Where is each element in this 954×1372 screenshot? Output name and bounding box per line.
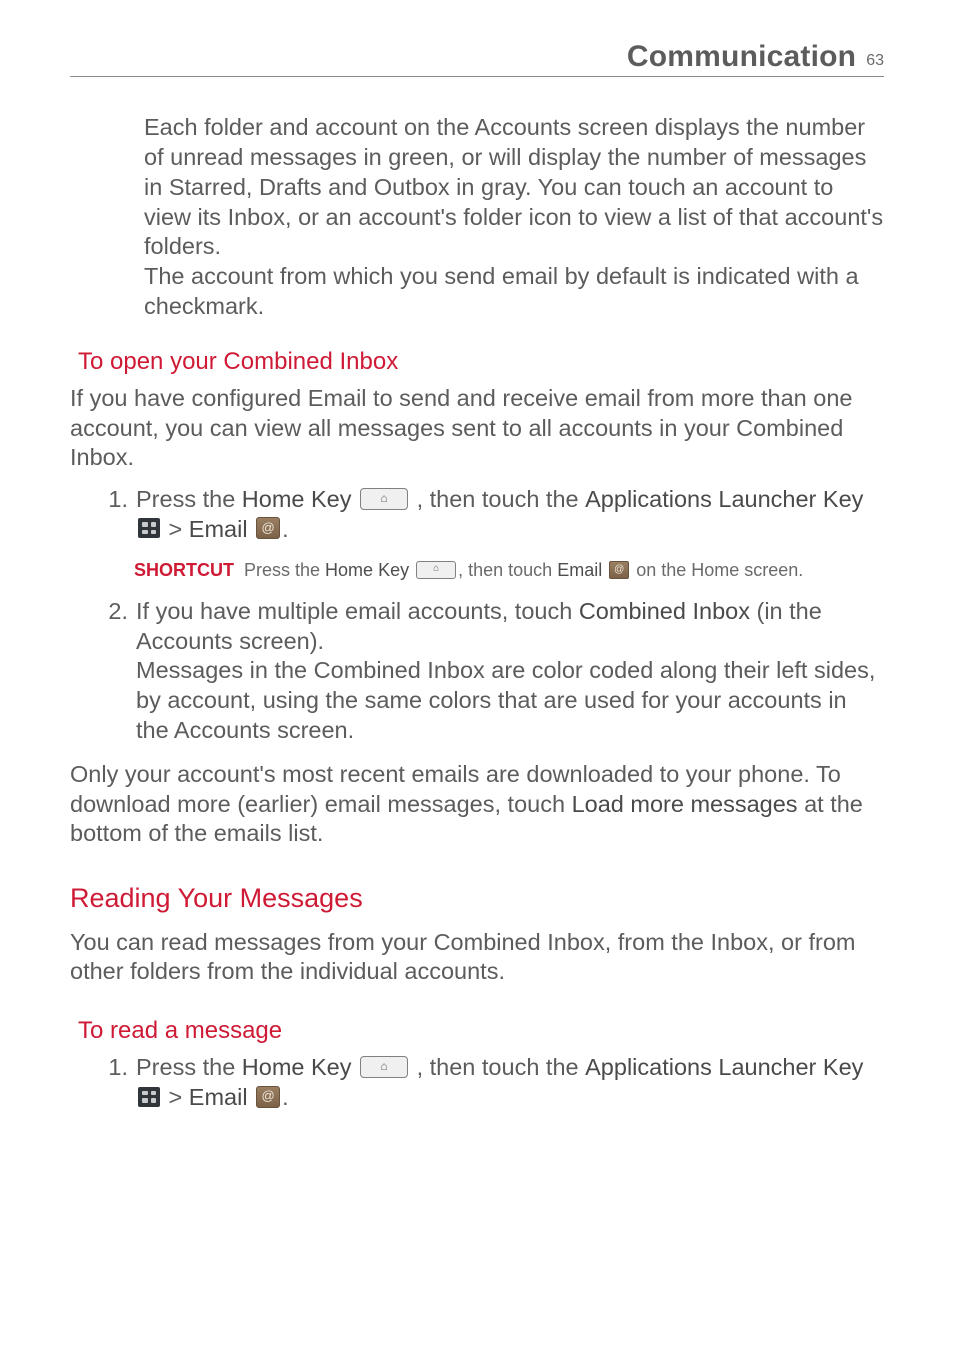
text: Press the xyxy=(244,560,325,580)
text: Press the xyxy=(136,1054,242,1080)
email-icon xyxy=(256,517,280,539)
step-number: 1. xyxy=(70,1053,136,1113)
header-bar: Communication 63 xyxy=(70,40,884,77)
home-key-label: Home Key xyxy=(242,1054,352,1080)
combined-inbox-label: Combined Inbox xyxy=(579,598,750,624)
intro-paragraph: Each folder and account on the Accounts … xyxy=(144,113,884,322)
shortcut-row: SHORTCUT Press the Home Key , then touch… xyxy=(134,558,884,582)
shortcut-label: SHORTCUT xyxy=(134,558,244,582)
heading-reading-messages: Reading Your Messages xyxy=(70,883,884,914)
header-title: Communication xyxy=(627,40,856,74)
section1-steps-cont: 2. If you have multiple email accounts, … xyxy=(70,597,884,746)
home-key-icon xyxy=(416,561,456,579)
email-icon xyxy=(256,1086,280,1108)
home-key-icon xyxy=(360,1056,408,1078)
step-body: Press the Home Key , then touch the Appl… xyxy=(136,485,884,545)
text: . xyxy=(282,516,289,542)
home-key-icon xyxy=(360,488,408,510)
applications-launcher-label: Applications Launcher Key xyxy=(585,1054,863,1080)
section1-step-1: 1. Press the Home Key , then touch the A… xyxy=(70,485,884,545)
load-more-label: Load more messages xyxy=(572,791,798,817)
step-number: 1. xyxy=(70,485,136,545)
page: Communication 63 Each folder and account… xyxy=(0,0,954,1187)
launcher-key-icon xyxy=(138,1087,160,1107)
section1-step-2: 2. If you have multiple email accounts, … xyxy=(70,597,884,746)
email-icon xyxy=(609,561,629,579)
page-number: 63 xyxy=(866,52,884,70)
text: If you have multiple email accounts, tou… xyxy=(136,598,579,624)
heading-to-read-message: To read a message xyxy=(78,1017,884,1045)
section2-steps: 1. Press the Home Key , then touch the A… xyxy=(70,1053,884,1113)
shortcut-text: Press the Home Key , then touch Email on… xyxy=(244,558,884,582)
email-label: Email xyxy=(557,560,602,580)
text: , then touch the xyxy=(410,1054,585,1080)
home-key-label: Home Key xyxy=(325,560,409,580)
home-key-label: Home Key xyxy=(242,486,352,512)
text: Press the xyxy=(136,486,242,512)
section1-outro: Only your account's most recent emails a… xyxy=(70,760,884,849)
applications-launcher-label: Applications Launcher Key xyxy=(585,486,863,512)
text: on the Home screen. xyxy=(631,560,803,580)
section2-step-1: 1. Press the Home Key , then touch the A… xyxy=(70,1053,884,1113)
launcher-key-icon xyxy=(138,518,160,538)
heading-open-combined-inbox: To open your Combined Inbox xyxy=(78,348,884,376)
step-body: If you have multiple email accounts, tou… xyxy=(136,597,884,746)
text: > xyxy=(162,516,189,542)
text: , then touch xyxy=(458,560,557,580)
step-number: 2. xyxy=(70,597,136,746)
email-label: Email xyxy=(189,1084,248,1110)
text: , then touch the xyxy=(410,486,585,512)
text: Messages in the Combined Inbox are color… xyxy=(136,657,875,743)
text: . xyxy=(282,1084,289,1110)
section1-intro: If you have configured Email to send and… xyxy=(70,384,884,473)
section2-intro: You can read messages from your Combined… xyxy=(70,928,884,987)
step-body: Press the Home Key , then touch the Appl… xyxy=(136,1053,884,1113)
section1-steps: 1. Press the Home Key , then touch the A… xyxy=(70,485,884,545)
email-label: Email xyxy=(189,516,248,542)
text: > xyxy=(162,1084,189,1110)
